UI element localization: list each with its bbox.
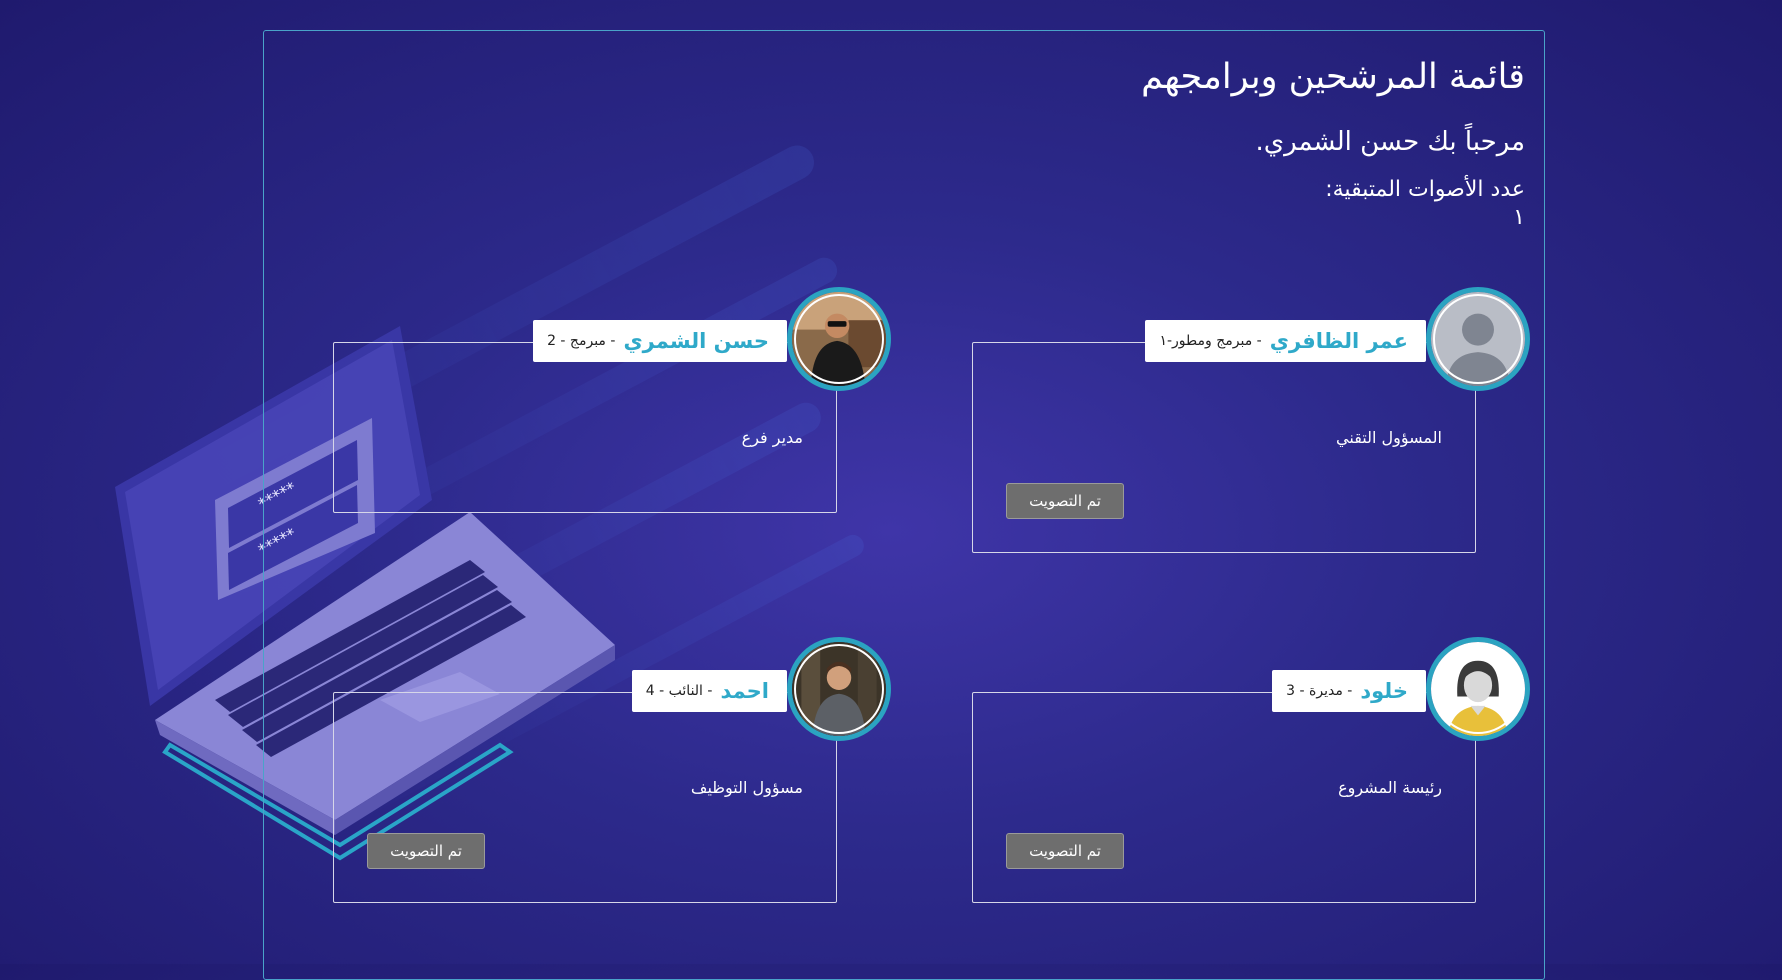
candidate-name: احمد xyxy=(720,679,769,703)
candidate-name-plate: احمد - النائب - 4 xyxy=(631,670,787,712)
candidate-name: عمر الظافري xyxy=(1269,329,1408,353)
candidate-role: المسؤول التقني xyxy=(1336,428,1442,447)
voted-button[interactable]: تم التصويت xyxy=(367,833,485,869)
card-frame xyxy=(972,342,1476,553)
candidate-subtitle: - مبرمج ومطور-١ xyxy=(1159,333,1262,349)
welcome-message: مرحباً بك حسن الشمري. xyxy=(1255,127,1525,157)
card-frame xyxy=(333,692,837,903)
candidate-role: مدير فرع xyxy=(741,428,803,447)
candidate-name-plate: عمر الظافري - مبرمج ومطور-١ xyxy=(1145,320,1426,362)
candidate-role: مسؤول التوظيف xyxy=(690,778,803,797)
candidate-subtitle: - مديرة - 3 xyxy=(1286,683,1353,699)
card-frame xyxy=(972,692,1476,903)
candidate-photo xyxy=(787,287,891,391)
candidate-role: رئيسة المشروع xyxy=(1338,778,1442,797)
voted-button[interactable]: تم التصويت xyxy=(1006,833,1124,869)
votes-remaining-label: عدد الأصوات المتبقية: xyxy=(1325,177,1525,202)
candidate-name-plate: خلود - مديرة - 3 xyxy=(1272,670,1426,712)
candidate-subtitle: - مبرمج - 2 xyxy=(547,333,616,349)
candidate-photo xyxy=(787,637,891,741)
votes-remaining-count: ١ xyxy=(1513,205,1525,230)
candidate-name: حسن الشمري xyxy=(623,329,769,353)
voted-button[interactable]: تم التصويت xyxy=(1006,483,1124,519)
candidate-name-plate: حسن الشمري - مبرمج - 2 xyxy=(533,320,787,362)
page-title: قائمة المرشحين وبرامجهم xyxy=(1141,57,1525,97)
candidate-subtitle: - النائب - 4 xyxy=(645,683,713,699)
woman-avatar-icon xyxy=(1426,637,1530,741)
candidate-name: خلود xyxy=(1360,679,1408,703)
person-silhouette-icon xyxy=(1426,287,1530,391)
